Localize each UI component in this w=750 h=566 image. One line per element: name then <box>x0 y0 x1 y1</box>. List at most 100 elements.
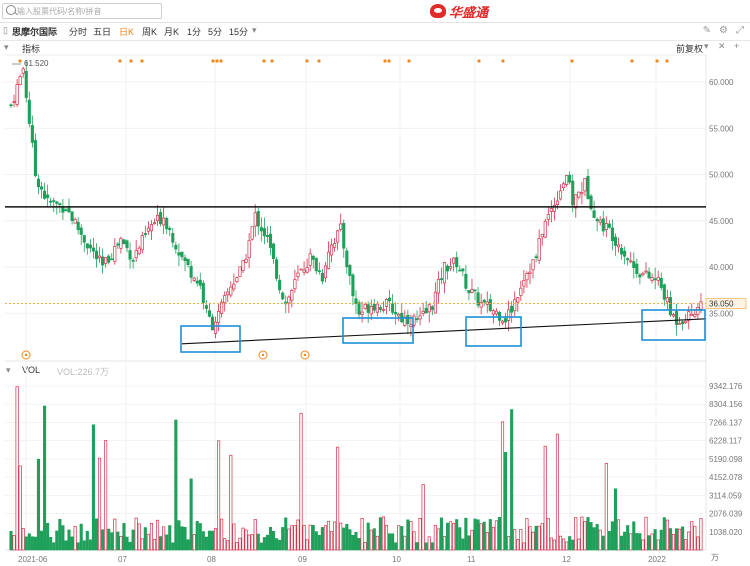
volume-bar <box>21 528 25 551</box>
candle-body <box>61 206 65 213</box>
volume-bar <box>247 534 251 551</box>
candle-body <box>415 318 419 321</box>
volume-tick: 5190.098 <box>709 455 743 464</box>
candle-body <box>525 272 529 281</box>
candle-body <box>699 301 703 310</box>
volume-bar <box>671 533 676 551</box>
volume-bar <box>577 538 581 551</box>
time-label: 2022 <box>648 555 666 564</box>
volume-bar <box>583 521 587 551</box>
volume-bar <box>424 542 428 551</box>
candle-body <box>473 289 477 292</box>
volume-bar <box>94 518 99 551</box>
volume-bar <box>296 519 300 551</box>
candle-body <box>656 277 660 281</box>
candle-body <box>116 243 120 246</box>
volume-bar <box>604 463 608 551</box>
candle-body <box>30 125 34 143</box>
candle-body <box>55 201 59 204</box>
volume-bar <box>278 539 282 551</box>
volume-bar <box>91 424 95 551</box>
event-dot <box>630 59 634 63</box>
candle-body <box>299 268 303 271</box>
volume-bar <box>302 525 306 551</box>
volume-bar <box>192 533 196 551</box>
volume-bar <box>485 531 489 551</box>
volume-bar <box>513 529 517 551</box>
candle-body <box>85 243 89 249</box>
volume-bar <box>76 542 80 551</box>
volume-bar <box>357 538 361 551</box>
candle-body <box>311 255 315 260</box>
candle-body <box>238 266 242 277</box>
volume-bar <box>253 519 257 551</box>
volume-bar <box>342 527 346 551</box>
volume-bar <box>372 528 376 551</box>
candle-body <box>159 212 163 225</box>
volume-bar <box>174 419 178 551</box>
candle-body <box>421 311 425 315</box>
volume-bar <box>171 542 175 551</box>
candle-body <box>259 227 263 232</box>
volume-bar <box>137 523 141 551</box>
candle-body <box>290 289 294 301</box>
kline-chart[interactable]: 60.000 55.000 50.000 45.000 40.000 35.000 934… <box>0 0 750 566</box>
volume-bar <box>507 536 511 551</box>
candle-body <box>372 304 376 311</box>
candle-body <box>571 180 575 206</box>
volume-bar <box>662 517 666 551</box>
event-dot <box>211 59 215 63</box>
candle-body <box>616 244 621 248</box>
candle-body <box>430 306 434 310</box>
volume-bar <box>464 517 468 551</box>
candle-body <box>391 303 395 313</box>
candle-body <box>586 176 590 199</box>
volume-bar <box>9 530 13 551</box>
volume-bar <box>88 539 92 551</box>
price-tick: 50.000 <box>709 171 734 180</box>
candle-body <box>339 223 343 230</box>
time-axis: 2021-06 07 08 09 10 11 12 2022 <box>18 555 666 564</box>
candle-body <box>650 277 654 281</box>
candle-body <box>275 259 279 279</box>
volume-bars <box>9 386 703 551</box>
volume-bar <box>271 531 276 551</box>
volume-tick: 6228.117 <box>709 437 742 446</box>
volume-bar <box>116 531 120 551</box>
volume-bar <box>546 518 550 551</box>
event-dot <box>477 59 481 63</box>
volume-bar <box>244 529 248 551</box>
volume-bar <box>110 532 114 551</box>
candle-body <box>317 270 321 273</box>
volume-bar <box>571 539 575 551</box>
volume-bar <box>668 528 672 551</box>
candle-body <box>592 210 596 218</box>
event-dot <box>219 59 223 63</box>
candle-body <box>88 244 92 249</box>
volume-bar <box>119 536 123 551</box>
candle-body <box>49 200 53 203</box>
volume-bar <box>504 452 508 551</box>
candle-body <box>406 314 410 325</box>
volume-bar <box>49 536 53 551</box>
volume-bar <box>488 519 492 551</box>
candle-body <box>73 218 77 224</box>
candle-body <box>308 253 312 266</box>
volume-bar <box>12 535 16 551</box>
candle-body <box>278 279 282 291</box>
volume-bar <box>629 533 633 551</box>
current-price-label: 36.050 <box>709 300 734 309</box>
volume-bar <box>305 539 309 551</box>
volume-bar <box>696 536 700 551</box>
candle-body <box>467 290 471 294</box>
candle-body <box>598 219 602 223</box>
volume-bar <box>528 526 532 551</box>
candle-body <box>366 304 370 313</box>
volume-bar <box>519 529 523 551</box>
candle-body <box>125 240 129 249</box>
volume-bar <box>394 542 398 551</box>
candle-body <box>543 220 547 238</box>
candle-body <box>577 191 581 198</box>
volume-bar <box>140 538 144 551</box>
volume-bar <box>30 536 34 551</box>
